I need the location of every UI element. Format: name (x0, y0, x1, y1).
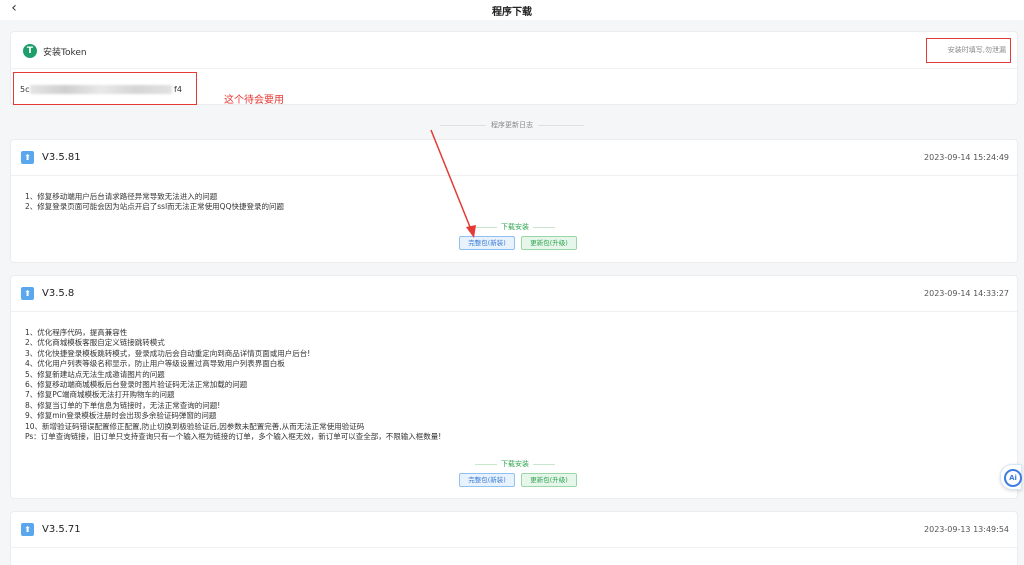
note-line: 7、修复PC端商城模板无法打开购物车的问题 (25, 390, 175, 400)
note-line: 1、优化程序代码，提高兼容性 (25, 328, 128, 337)
token-value-blurred (30, 85, 172, 94)
download-divider: 下载安装 (11, 222, 1019, 232)
note-line: 2、优化商城模板客服自定义链接跳转模式 (25, 338, 165, 348)
note-line: 5、修复新建站点无法生成邀请图片的问题 (25, 369, 165, 379)
divider-line-left (440, 124, 486, 126)
token-value-prefix: 5c (20, 85, 30, 94)
update-package-button[interactable]: 更新包(升级) (521, 473, 577, 487)
full-package-button[interactable]: 完整包(新装) (459, 473, 515, 487)
token-value-suffix: f4 (174, 85, 182, 94)
token-icon: T (23, 44, 37, 58)
divider-line-left (475, 463, 497, 465)
note-line: 4、优化用户列表等级名称显示，防止用户等级设置过高导致用户列表界面白板 (25, 359, 285, 369)
version-card: ⬆ V3.5.71 2023-09-13 13:49:54 (10, 511, 1018, 565)
page-title: 程序下载 (492, 7, 532, 18)
token-card: T 安装Token 安装时填写,勿泄漏 5c f4 (10, 31, 1018, 105)
version-header: ⬆ V3.5.81 2023-09-14 15:24:49 (11, 140, 1017, 176)
note-line: 2、修复登录页面可能会因为站点开启了ssl而无法正常使用QQ快捷登录的问题 (25, 202, 284, 212)
log-divider: 程序更新日志 (0, 120, 1024, 130)
version-title: V3.5.8 (42, 288, 75, 299)
note-line: 8、修复当订单的下单信息为链接时，无法正常查询的问题! (25, 400, 221, 410)
upload-icon: ⬆ (21, 523, 34, 536)
back-arrow-icon[interactable]: ‹ (6, 1, 22, 17)
version-notes: 1、优化程序代码，提高兼容性 2、优化商城模板客服自定义链接跳转模式 3、优化快… (25, 328, 441, 442)
version-header: ⬆ V3.5.71 2023-09-13 13:49:54 (11, 512, 1017, 548)
note-line: 10、新增验证码错误配置修正配置,防止切换到极验验证后,因参数未配置完善,从而无… (25, 421, 365, 431)
version-header: ⬆ V3.5.8 2023-09-14 14:33:27 (11, 276, 1017, 312)
download-label: 下载安装 (501, 223, 529, 231)
token-header: T 安装Token 安装时填写,勿泄漏 (11, 32, 1017, 69)
divider-line-left (475, 226, 497, 228)
version-date: 2023-09-13 13:49:54 (924, 525, 1009, 534)
log-divider-label: 程序更新日志 (491, 121, 533, 129)
version-notes: 1、修复移动端用户后台请求路径异常导致无法进入的问题 2、修复登录页面可能会因为… (25, 192, 284, 213)
note-line: 3、优化快捷登录模板跳转模式，登录成功后会自动重定向到商品详情页面或用户后台! (25, 348, 311, 358)
note-line: Ps：订单查询链接，旧订单只支持查询只有一个输入框为链接的订单，多个输入框无效，… (25, 432, 442, 442)
annotation-note: 这个待会要用 (224, 95, 284, 106)
download-divider: 下载安装 (11, 459, 1019, 469)
note-line: 1、修复移动端用户后台请求路径异常导致无法进入的问题 (25, 192, 218, 201)
ai-assistant-button[interactable]: Ai (1000, 464, 1022, 490)
update-package-button[interactable]: 更新包(升级) (521, 236, 577, 250)
note-line: 9、修复min登录模板注册时会出现多余验证码弹窗的问题 (25, 411, 217, 421)
note-line: 6、修复移动端商城模板后台登录时图片验证码无法正常加载的问题 (25, 380, 248, 390)
full-package-button[interactable]: 完整包(新装) (459, 236, 515, 250)
token-hint: 安装时填写,勿泄漏 (926, 38, 1011, 63)
upload-icon: ⬆ (21, 287, 34, 300)
divider-line-right (533, 463, 555, 465)
divider-line-right (538, 124, 584, 126)
download-label: 下载安装 (501, 460, 529, 468)
ai-icon: Ai (1004, 469, 1022, 487)
version-card: ⬆ V3.5.8 2023-09-14 14:33:27 1、优化程序代码，提高… (10, 275, 1018, 499)
version-date: 2023-09-14 15:24:49 (924, 153, 1009, 162)
upload-icon: ⬆ (21, 151, 34, 164)
token-value-box[interactable]: 5c f4 (13, 72, 197, 105)
version-title: V3.5.81 (42, 152, 81, 163)
version-title: V3.5.71 (42, 524, 81, 535)
token-title: 安装Token (43, 48, 87, 58)
version-date: 2023-09-14 14:33:27 (924, 289, 1009, 298)
divider-line-right (533, 226, 555, 228)
version-card: ⬆ V3.5.81 2023-09-14 15:24:49 1、修复移动端用户后… (10, 139, 1018, 263)
top-bar: ‹ 程序下载 (0, 0, 1024, 20)
